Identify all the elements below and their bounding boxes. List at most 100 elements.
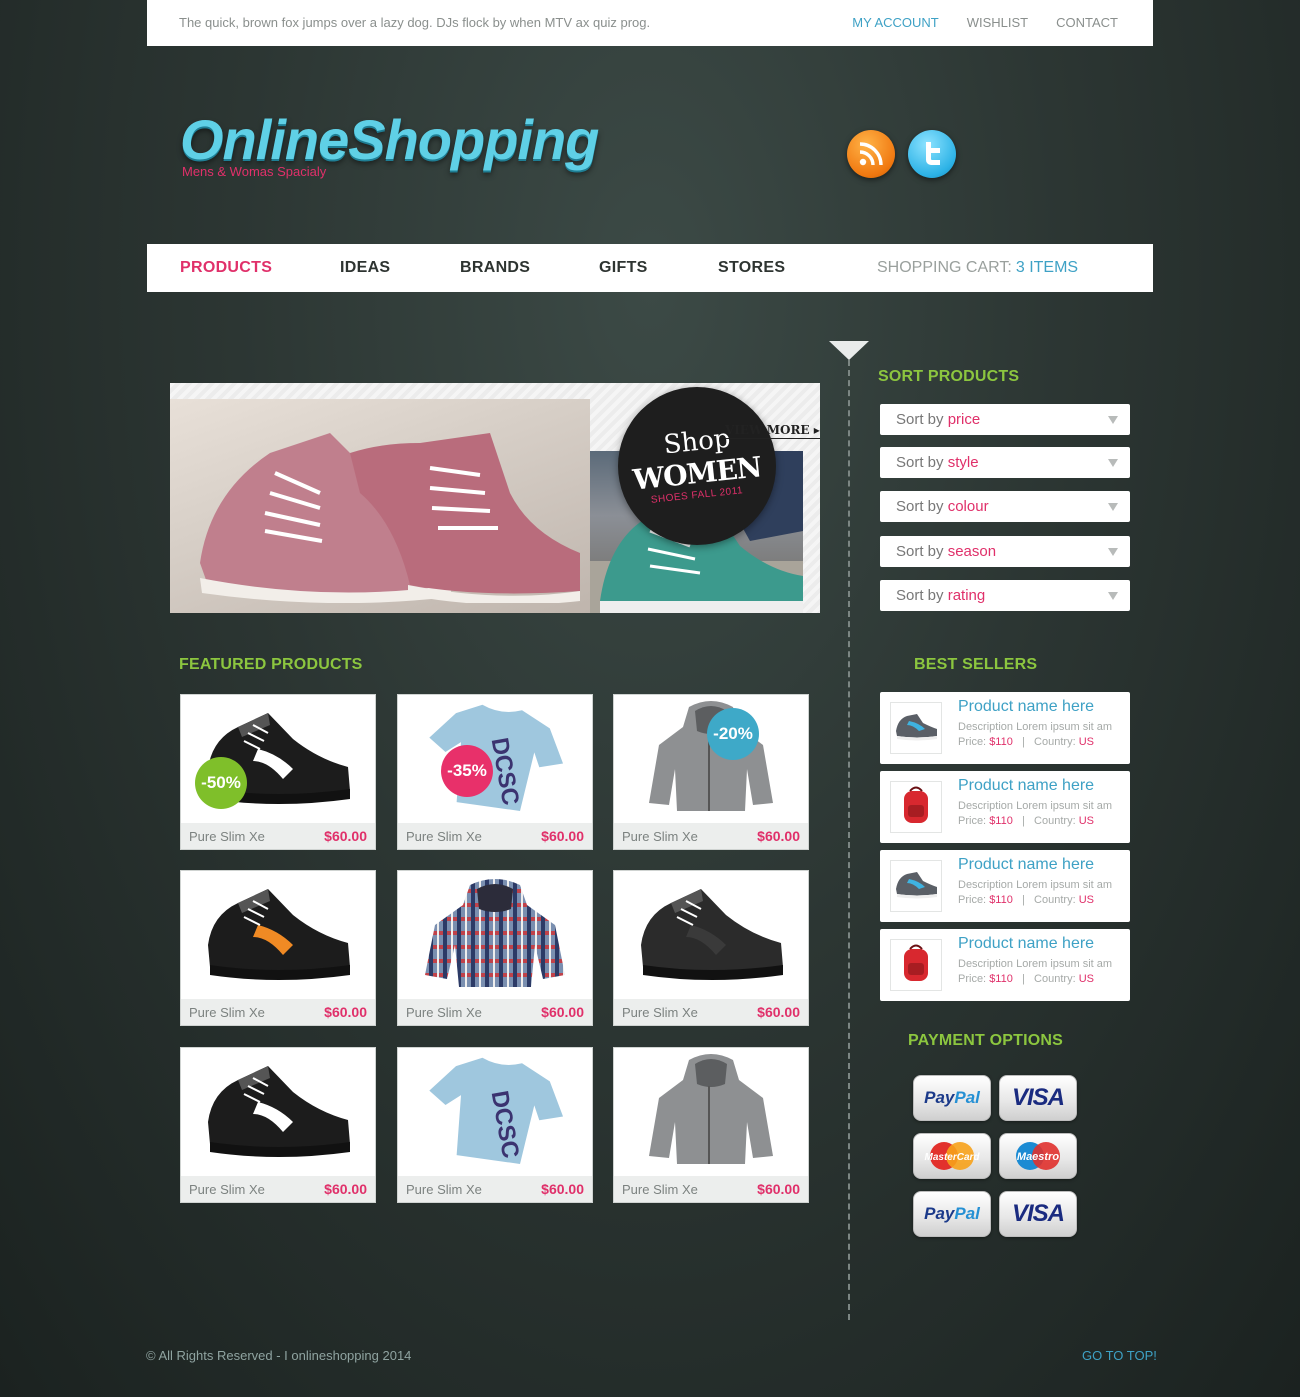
- best-seller-name[interactable]: Product name here: [958, 935, 1094, 953]
- best-sellers-title: BEST SELLERS: [914, 656, 1038, 673]
- best-seller-name[interactable]: Product name here: [958, 856, 1094, 874]
- nav-gifts[interactable]: GIFTS: [599, 259, 648, 277]
- country-label: Country:: [1034, 973, 1076, 985]
- product-name: Pure Slim Xe: [189, 1005, 265, 1020]
- price-value: $110: [989, 973, 1013, 985]
- visa-payment-icon: VISA: [999, 1191, 1077, 1237]
- sort-rating-dropdown[interactable]: Sort by rating: [880, 580, 1130, 611]
- my-account-link[interactable]: MY ACCOUNT: [852, 15, 938, 30]
- product-thumbnail: [890, 939, 942, 991]
- sort-price-dropdown[interactable]: Sort by price: [880, 404, 1130, 435]
- sort-label: Sort by rating: [896, 587, 985, 604]
- contact-link[interactable]: CONTACT: [1056, 15, 1118, 30]
- sort-colour-dropdown[interactable]: Sort by colour: [880, 491, 1130, 522]
- product-card[interactable]: DCSC -35% Pure Slim Xe $60.00: [397, 694, 593, 850]
- best-seller-meta: Price: $110 | Country: US: [958, 736, 1094, 748]
- best-seller-meta: Price: $110 | Country: US: [958, 815, 1094, 827]
- country-value: US: [1078, 973, 1094, 985]
- product-price: $60.00: [541, 1181, 584, 1197]
- product-card[interactable]: Pure Slim Xe $60.00: [613, 1047, 809, 1203]
- dropdown-arrow-icon: [1108, 503, 1118, 511]
- price-label: Price:: [958, 973, 987, 985]
- hero-banner[interactable]: Shop WOMEN SHOES FALL 2011 VIEW MORE ▸: [170, 383, 820, 613]
- pink-sneaker-icon: [200, 433, 580, 603]
- sidebar-divider: [848, 360, 850, 1320]
- maestro-payment-icon: Maestro: [999, 1133, 1077, 1179]
- product-name: Pure Slim Xe: [189, 829, 265, 844]
- product-footer: Pure Slim Xe $60.00: [398, 1176, 592, 1202]
- sort-label: Sort by style: [896, 454, 979, 471]
- price-value: $110: [989, 815, 1013, 827]
- rss-icon[interactable]: [847, 130, 895, 178]
- view-more-link[interactable]: VIEW MORE ▸: [725, 423, 820, 439]
- payment-title: PAYMENT OPTIONS: [908, 1032, 1064, 1049]
- wishlist-link[interactable]: WISHLIST: [967, 15, 1028, 30]
- product-price: $60.00: [757, 1181, 800, 1197]
- paypal-payment-icon: PayPal: [913, 1191, 991, 1237]
- country-value: US: [1078, 815, 1094, 827]
- nav-products[interactable]: PRODUCTS: [180, 259, 272, 277]
- dropdown-arrow-icon: [1108, 592, 1118, 600]
- best-seller-item[interactable]: Product name here Description Lorem ipsu…: [880, 850, 1130, 922]
- svg-text:MasterCard: MasterCard: [924, 1152, 980, 1163]
- product-name: Pure Slim Xe: [622, 1182, 698, 1197]
- price-label: Price:: [958, 736, 987, 748]
- product-name: Pure Slim Xe: [406, 829, 482, 844]
- sort-label: Sort by price: [896, 411, 980, 428]
- best-seller-item[interactable]: Product name here Description Lorem ipsu…: [880, 771, 1130, 843]
- product-image: [614, 695, 808, 823]
- view-more-label: VIEW MORE: [725, 423, 810, 437]
- cart-label: SHOPPING CART:: [877, 259, 1012, 276]
- play-arrow-icon: ▸: [813, 423, 820, 437]
- product-thumbnail: [890, 702, 942, 754]
- product-card[interactable]: Pure Slim Xe $60.00: [180, 870, 376, 1026]
- sort-season-dropdown[interactable]: Sort by season: [880, 536, 1130, 567]
- nav-stores[interactable]: STORES: [718, 259, 785, 277]
- nav-ideas[interactable]: IDEAS: [340, 259, 390, 277]
- site-logo[interactable]: OnlineShopping Mens & Womas Spacialy: [180, 108, 599, 179]
- hoodie-grey-icon: [631, 1052, 791, 1172]
- tshirt-blue-icon: DCSC: [415, 699, 575, 819]
- nav-brands[interactable]: BRANDS: [460, 259, 530, 277]
- product-image: [181, 871, 375, 999]
- product-price: $60.00: [757, 1004, 800, 1020]
- sort-style-dropdown[interactable]: Sort by style: [880, 447, 1130, 478]
- sort-prefix: Sort by: [896, 498, 944, 515]
- sort-prefix: Sort by: [896, 454, 944, 471]
- backpack-icon: [896, 941, 936, 990]
- best-seller-item[interactable]: Product name here Description Lorem ipsu…: [880, 929, 1130, 1001]
- go-top-link[interactable]: GO TO TOP!: [1082, 1348, 1157, 1363]
- country-label: Country:: [1034, 736, 1076, 748]
- best-seller-name[interactable]: Product name here: [958, 777, 1094, 795]
- best-seller-item[interactable]: Product name here Description Lorem ipsu…: [880, 692, 1130, 764]
- sort-option: style: [947, 454, 979, 471]
- sort-label: Sort by colour: [896, 498, 989, 515]
- shop-women-badge: Shop WOMEN SHOES FALL 2011: [618, 387, 776, 545]
- product-card[interactable]: DCSC Pure Slim Xe $60.00: [397, 1047, 593, 1203]
- cart-count[interactable]: 3 ITEMS: [1016, 259, 1078, 276]
- mastercard-payment-icon: MasterCard: [913, 1133, 991, 1179]
- copyright: © All Rights Reserved - I onlineshopping…: [146, 1348, 412, 1363]
- product-card[interactable]: Pure Slim Xe $60.00: [397, 870, 593, 1026]
- product-card[interactable]: Pure Slim Xe $60.00: [180, 1047, 376, 1203]
- sort-option: colour: [947, 498, 989, 515]
- backpack-icon: [896, 783, 936, 832]
- main-nav: PRODUCTS IDEAS BRANDS GIFTS STORES SHOPP…: [147, 244, 1153, 292]
- featured-title: FEATURED PRODUCTS: [179, 656, 363, 673]
- sneaker-icon: [893, 869, 939, 904]
- product-footer: Pure Slim Xe $60.00: [398, 999, 592, 1025]
- product-card[interactable]: -50% Pure Slim Xe $60.00: [180, 694, 376, 850]
- twitter-icon[interactable]: [908, 130, 956, 178]
- dropdown-arrow-icon: [1108, 459, 1118, 467]
- top-tagline: The quick, brown fox jumps over a lazy d…: [179, 15, 651, 30]
- visa-payment-icon: VISA: [999, 1075, 1077, 1121]
- dropdown-arrow-icon: [1108, 548, 1118, 556]
- product-card[interactable]: -20% Pure Slim Xe $60.00: [613, 694, 809, 850]
- sort-option: price: [947, 411, 981, 428]
- best-seller-name[interactable]: Product name here: [958, 698, 1094, 716]
- product-footer: Pure Slim Xe $60.00: [181, 823, 375, 849]
- country-value: US: [1078, 894, 1094, 906]
- discount-badge: -20%: [707, 708, 759, 760]
- product-card[interactable]: Pure Slim Xe $60.00: [613, 870, 809, 1026]
- product-price: $60.00: [541, 1004, 584, 1020]
